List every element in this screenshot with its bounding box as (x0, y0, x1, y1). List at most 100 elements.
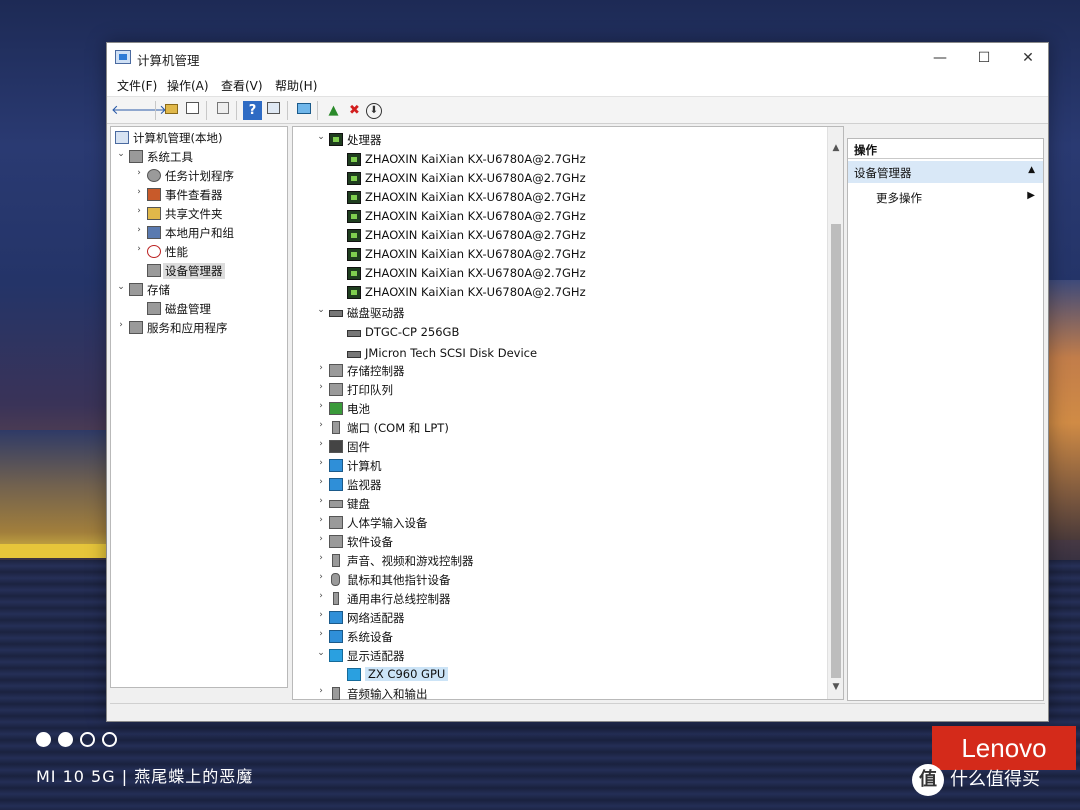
toolbar-separator (206, 101, 207, 120)
chevron-down-icon[interactable]: ⌄ (315, 648, 327, 658)
chevron-right-icon[interactable]: › (133, 244, 145, 254)
chevron-right-icon[interactable]: › (315, 591, 327, 601)
network-adapter-icon (329, 611, 343, 624)
camera-lens-dots (36, 732, 124, 748)
actions-header: 操作 (848, 139, 1043, 159)
more-actions-item[interactable]: 更多操作 ▶ (848, 187, 1043, 207)
uninstall-device-icon[interactable]: ✖ (345, 101, 364, 120)
chevron-right-icon[interactable]: › (315, 496, 327, 506)
toolbar-separator (155, 101, 156, 120)
collapse-caret-icon[interactable]: ▲ (1028, 165, 1035, 175)
chevron-right-icon[interactable]: › (133, 225, 145, 235)
chevron-right-icon[interactable]: › (315, 629, 327, 639)
chevron-down-icon[interactable]: ⌄ (315, 132, 327, 142)
software-device-icon (329, 535, 343, 548)
close-button[interactable]: ✕ (1006, 43, 1050, 73)
dot-icon (102, 732, 117, 747)
wallpaper-sunset-left (0, 430, 110, 550)
computer-icon (329, 459, 343, 472)
menu-help[interactable]: 帮助(H) (275, 77, 317, 94)
forward-arrow-icon[interactable]: 🡒 (132, 101, 167, 120)
chevron-right-icon[interactable]: › (133, 187, 145, 197)
performance-icon (147, 245, 161, 258)
dot-icon (80, 732, 95, 747)
scan-hardware-icon[interactable] (294, 101, 313, 120)
action-pane-icon[interactable] (264, 101, 283, 120)
minimize-button[interactable]: — (918, 43, 962, 73)
actions-section-device-manager[interactable]: 设备管理器 ▲ (848, 161, 1043, 183)
storage-icon (129, 283, 143, 296)
toolbar-separator (236, 101, 237, 120)
toolbar-separator (317, 101, 318, 120)
menu-action[interactable]: 操作(A) (167, 77, 209, 94)
device-tree-scrollbar[interactable]: ▲ ▼ (827, 127, 843, 699)
computer-management-window: 计算机管理 — ☐ ✕ 文件(F) 操作(A) 查看(V) 帮助(H) 🡐 🡒 … (106, 42, 1049, 722)
chevron-right-icon[interactable]: › (315, 458, 327, 468)
processor-icon (329, 133, 343, 146)
battery-icon (329, 402, 343, 415)
scroll-down-icon[interactable]: ▼ (828, 679, 844, 695)
chevron-right-icon[interactable]: › (315, 382, 327, 392)
site-watermark: 值什么值得买 (912, 764, 1040, 800)
display-adapter-icon (347, 668, 361, 681)
processor-icon (347, 191, 361, 204)
monitor-icon (329, 478, 343, 491)
audio-icon (332, 687, 340, 700)
speaker-icon (332, 554, 340, 567)
properties-icon[interactable] (213, 101, 232, 120)
usb-icon (333, 592, 339, 605)
chevron-right-icon[interactable]: › (315, 610, 327, 620)
scroll-up-icon[interactable]: ▲ (828, 140, 844, 156)
submenu-arrow-icon: ▶ (1027, 190, 1035, 201)
system-tools-icon (129, 150, 143, 163)
chevron-right-icon[interactable]: › (115, 320, 127, 330)
chevron-right-icon[interactable]: › (315, 363, 327, 373)
site-badge-icon: 值 (912, 764, 944, 796)
menu-file[interactable]: 文件(F) (117, 77, 157, 94)
users-icon (147, 226, 161, 239)
processor-icon (347, 153, 361, 166)
help-icon[interactable]: ? (243, 101, 262, 120)
download-icon[interactable]: ⬇ (366, 103, 382, 119)
chevron-right-icon[interactable]: › (315, 534, 327, 544)
processor-icon (347, 172, 361, 185)
disk-drive-icon (329, 310, 343, 317)
maximize-button[interactable]: ☐ (962, 43, 1006, 73)
chevron-right-icon[interactable]: › (315, 572, 327, 582)
processor-icon (347, 248, 361, 261)
status-bar (110, 703, 1045, 719)
menu-view[interactable]: 查看(V) (221, 77, 263, 94)
up-folder-icon[interactable] (162, 101, 181, 120)
update-driver-icon[interactable]: ▲ (324, 101, 343, 120)
disk-management-icon (147, 302, 161, 315)
chevron-right-icon[interactable]: › (133, 206, 145, 216)
processor-icon (347, 210, 361, 223)
chevron-right-icon[interactable]: › (315, 686, 327, 696)
actions-pane: 操作 设备管理器 ▲ 更多操作 ▶ (847, 138, 1044, 701)
processor-icon (347, 229, 361, 242)
chevron-right-icon[interactable]: › (315, 439, 327, 449)
hid-icon (329, 516, 343, 529)
event-viewer-icon (147, 188, 161, 201)
chevron-right-icon[interactable]: › (133, 168, 145, 178)
back-arrow-icon[interactable]: 🡐 (111, 101, 146, 120)
camera-watermark: MI 10 5G | 燕尾蝶上的恶魔 (36, 767, 254, 786)
services-icon (129, 321, 143, 334)
chevron-right-icon[interactable]: › (315, 553, 327, 563)
shared-folder-icon (147, 207, 161, 220)
chevron-right-icon[interactable]: › (315, 477, 327, 487)
scrollbar-thumb[interactable] (831, 224, 841, 678)
computer-management-icon (115, 50, 131, 64)
chevron-right-icon[interactable]: › (315, 401, 327, 411)
processor-icon (347, 267, 361, 280)
title-bar[interactable]: 计算机管理 — ☐ ✕ (107, 43, 1048, 73)
chevron-right-icon[interactable]: › (315, 515, 327, 525)
keyboard-icon (329, 500, 343, 508)
chevron-right-icon[interactable]: › (315, 420, 327, 430)
chevron-down-icon[interactable]: ⌄ (115, 149, 127, 159)
chevron-down-icon[interactable]: ⌄ (315, 305, 327, 315)
show-hide-tree-icon[interactable] (183, 101, 202, 120)
storage-controller-icon (329, 364, 343, 377)
system-device-icon (329, 630, 343, 643)
chevron-down-icon[interactable]: ⌄ (115, 282, 127, 292)
